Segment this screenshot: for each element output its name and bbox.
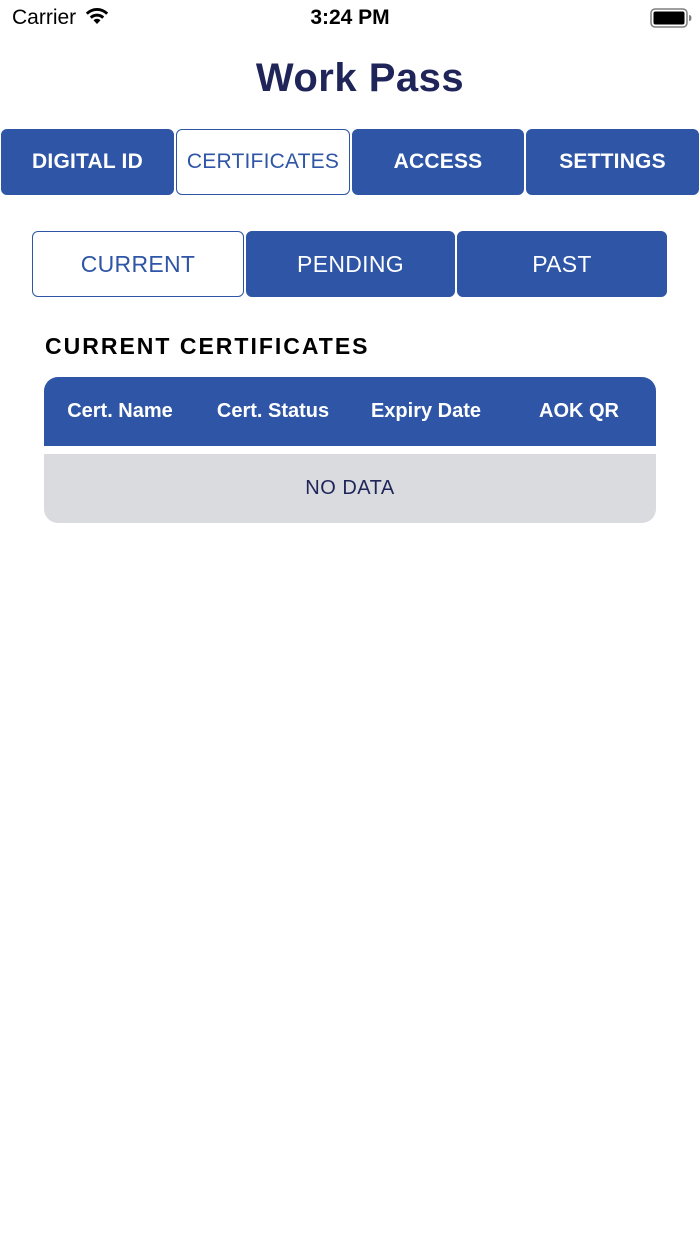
sub-tab-bar: CURRENT PENDING PAST: [0, 231, 700, 297]
table-header: Cert. Name Cert. Status Expiry Date AOK …: [44, 377, 656, 446]
table-empty-row: NO DATA: [44, 454, 656, 523]
column-header-expiry-date: Expiry Date: [370, 400, 482, 422]
column-header-cert-status: Cert. Status: [216, 400, 330, 422]
column-header-aok-qr: AOK QR: [539, 400, 619, 422]
subtab-pending[interactable]: PENDING: [246, 231, 455, 297]
tab-digital-id[interactable]: DIGITAL ID: [1, 129, 174, 195]
subtab-past[interactable]: PAST: [457, 231, 667, 297]
section-heading: CURRENT CERTIFICATES: [45, 333, 370, 359]
status-time: 3:24 PM: [310, 6, 390, 29]
main-tab-bar: DIGITAL ID CERTIFICATES ACCESS SETTINGS: [0, 129, 700, 195]
status-bar: Carrier 3:24 PM: [0, 0, 700, 36]
subtab-current[interactable]: CURRENT: [32, 231, 244, 297]
tab-settings[interactable]: SETTINGS: [526, 129, 699, 195]
tab-certificates[interactable]: CERTIFICATES: [176, 129, 350, 195]
tab-access[interactable]: ACCESS: [352, 129, 524, 195]
page-title: Work Pass: [255, 56, 465, 100]
battery-icon: [650, 8, 692, 28]
column-header-cert-name: Cert. Name: [67, 400, 173, 422]
